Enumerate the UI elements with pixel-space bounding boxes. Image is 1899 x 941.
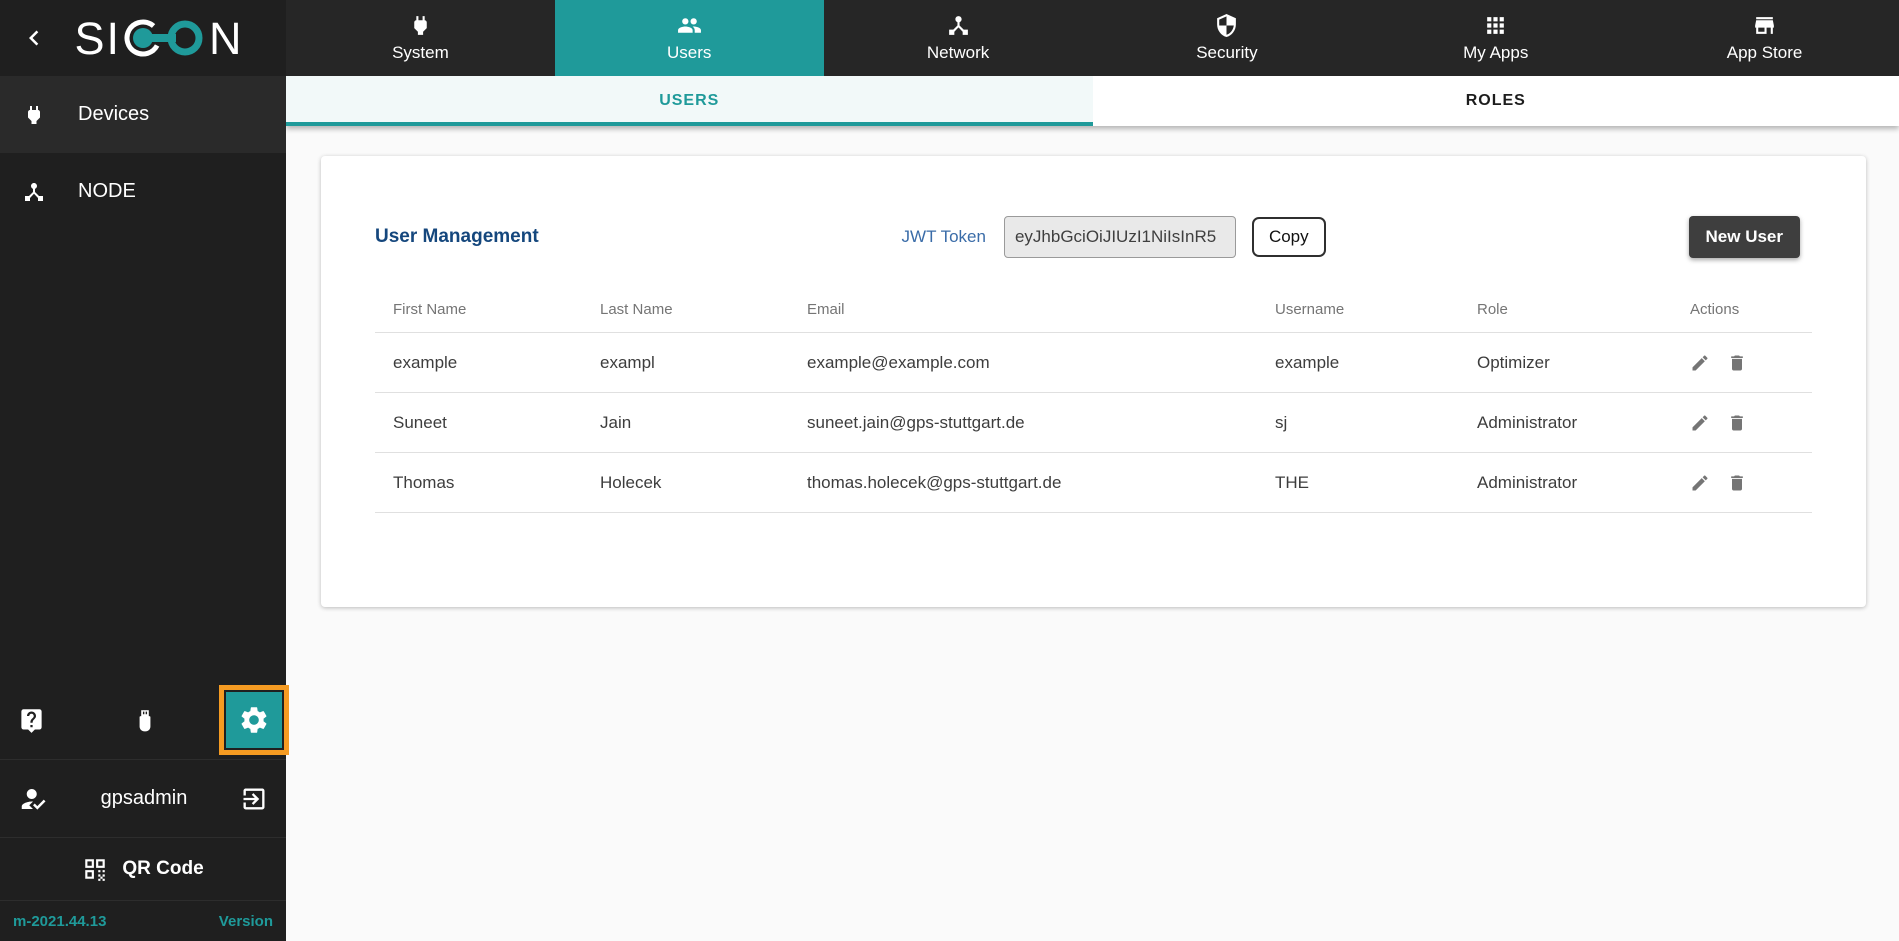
column-header-username: Username (1275, 301, 1477, 318)
column-header-last-name: Last Name (600, 301, 807, 318)
nav-tab-label: Network (927, 43, 989, 63)
hub-icon (946, 13, 971, 38)
nav-tab-security[interactable]: Security (1092, 0, 1361, 76)
version-value: m-2021.44.13 (13, 913, 106, 930)
nav-tab-system[interactable]: System (286, 0, 555, 76)
column-header-first-name: First Name (375, 301, 600, 318)
cell-username: example (1275, 353, 1477, 373)
table-row: Suneet Jain suneet.jain@gps-stuttgart.de… (375, 393, 1812, 453)
sidebar: SI N Devices (0, 0, 286, 941)
nav-tab-network[interactable]: Network (824, 0, 1093, 76)
users-table: First Name Last Name Email Username Role… (375, 286, 1812, 513)
cell-email: suneet.jain@gps-stuttgart.de (807, 413, 1275, 433)
hub-icon (22, 180, 46, 204)
jwt-token-group: JWT Token Copy (902, 216, 1326, 258)
sicon-logo: SI N (56, 13, 262, 63)
gear-icon (238, 704, 270, 736)
card-header: User Management JWT Token Copy New User (321, 156, 1866, 259)
tab-roles[interactable]: ROLES (1093, 76, 1899, 126)
sub-tab-bar: USERS ROLES (286, 76, 1899, 126)
shield-icon (1214, 13, 1239, 38)
qr-code-label: QR Code (122, 858, 203, 880)
storefront-icon (1752, 13, 1777, 38)
chevron-left-icon (19, 23, 49, 53)
column-header-actions: Actions (1690, 301, 1812, 318)
row-actions (1690, 413, 1812, 433)
table-row: Thomas Holecek thomas.holecek@gps-stuttg… (375, 453, 1812, 513)
current-user-row: gpsadmin (0, 759, 286, 837)
nav-tab-label: My Apps (1463, 43, 1528, 63)
qr-code-button[interactable]: QR Code (0, 837, 286, 900)
sidebar-spacer (0, 230, 286, 681)
nav-tab-label: Security (1196, 43, 1257, 63)
delete-trash-icon[interactable] (1727, 353, 1747, 373)
cell-role: Administrator (1477, 413, 1690, 433)
username-label: gpsadmin (48, 787, 240, 810)
logo-text-left: SI (74, 16, 121, 61)
cell-last-name: exampl (600, 353, 807, 373)
cell-first-name: Suneet (375, 413, 600, 433)
plug-icon (408, 13, 433, 38)
people-icon (676, 13, 703, 38)
version-row: m-2021.44.13 Version (0, 900, 286, 941)
nav-tab-label: App Store (1727, 43, 1803, 63)
nav-tab-label: System (392, 43, 449, 63)
help-icon[interactable] (18, 707, 45, 734)
jwt-token-input[interactable] (1004, 216, 1236, 258)
row-actions (1690, 473, 1812, 493)
sidebar-item-label: Devices (78, 103, 149, 126)
user-management-card: User Management JWT Token Copy New User … (321, 156, 1866, 607)
sidebar-item-label: NODE (78, 180, 136, 203)
sidebar-quick-icons (0, 681, 286, 759)
copy-button[interactable]: Copy (1252, 217, 1326, 257)
edit-pencil-icon[interactable] (1690, 353, 1710, 373)
collapse-sidebar-button[interactable] (12, 16, 56, 60)
logout-icon[interactable] (240, 785, 268, 813)
cell-role: Administrator (1477, 473, 1690, 493)
cell-username: THE (1275, 473, 1477, 493)
new-user-button[interactable]: New User (1689, 216, 1800, 258)
logo-text-right: N (209, 16, 244, 61)
delete-trash-icon[interactable] (1727, 473, 1747, 493)
edit-pencil-icon[interactable] (1690, 413, 1710, 433)
nav-tab-app-store[interactable]: App Store (1630, 0, 1899, 76)
top-navigation: System Users Network Security My Apps (286, 0, 1899, 76)
cell-email: example@example.com (807, 353, 1275, 373)
nav-tab-my-apps[interactable]: My Apps (1361, 0, 1630, 76)
cell-last-name: Jain (600, 413, 807, 433)
apps-grid-icon (1483, 13, 1508, 38)
qr-code-icon (82, 856, 108, 882)
cell-email: thomas.holecek@gps-stuttgart.de (807, 473, 1275, 493)
tab-users[interactable]: USERS (286, 76, 1093, 126)
page-title: User Management (375, 226, 539, 248)
person-check-icon (18, 784, 48, 814)
settings-button[interactable] (219, 685, 289, 755)
column-header-email: Email (807, 301, 1275, 318)
delete-trash-icon[interactable] (1727, 413, 1747, 433)
version-label: Version (219, 913, 273, 930)
jwt-token-label: JWT Token (902, 227, 986, 247)
cell-username: sj (1275, 413, 1477, 433)
table-row: example exampl example@example.com examp… (375, 333, 1812, 393)
nav-tab-label: Users (667, 43, 711, 63)
nav-tab-users[interactable]: Users (555, 0, 824, 76)
cell-role: Optimizer (1477, 353, 1690, 373)
app-window: SI N Devices (0, 0, 1899, 941)
main-content: User Management JWT Token Copy New User … (286, 126, 1899, 941)
plug-icon (22, 103, 46, 127)
cell-first-name: example (375, 353, 600, 373)
cell-last-name: Holecek (600, 473, 807, 493)
edit-pencil-icon[interactable] (1690, 473, 1710, 493)
column-header-role: Role (1477, 301, 1690, 318)
logo-link-icon (121, 13, 209, 63)
row-actions (1690, 353, 1812, 373)
cell-first-name: Thomas (375, 473, 600, 493)
sidebar-item-devices[interactable]: Devices (0, 76, 286, 153)
sidebar-header: SI N (0, 0, 286, 76)
sidebar-item-node[interactable]: NODE (0, 153, 286, 230)
usb-icon[interactable] (132, 707, 159, 734)
table-header-row: First Name Last Name Email Username Role… (375, 286, 1812, 333)
